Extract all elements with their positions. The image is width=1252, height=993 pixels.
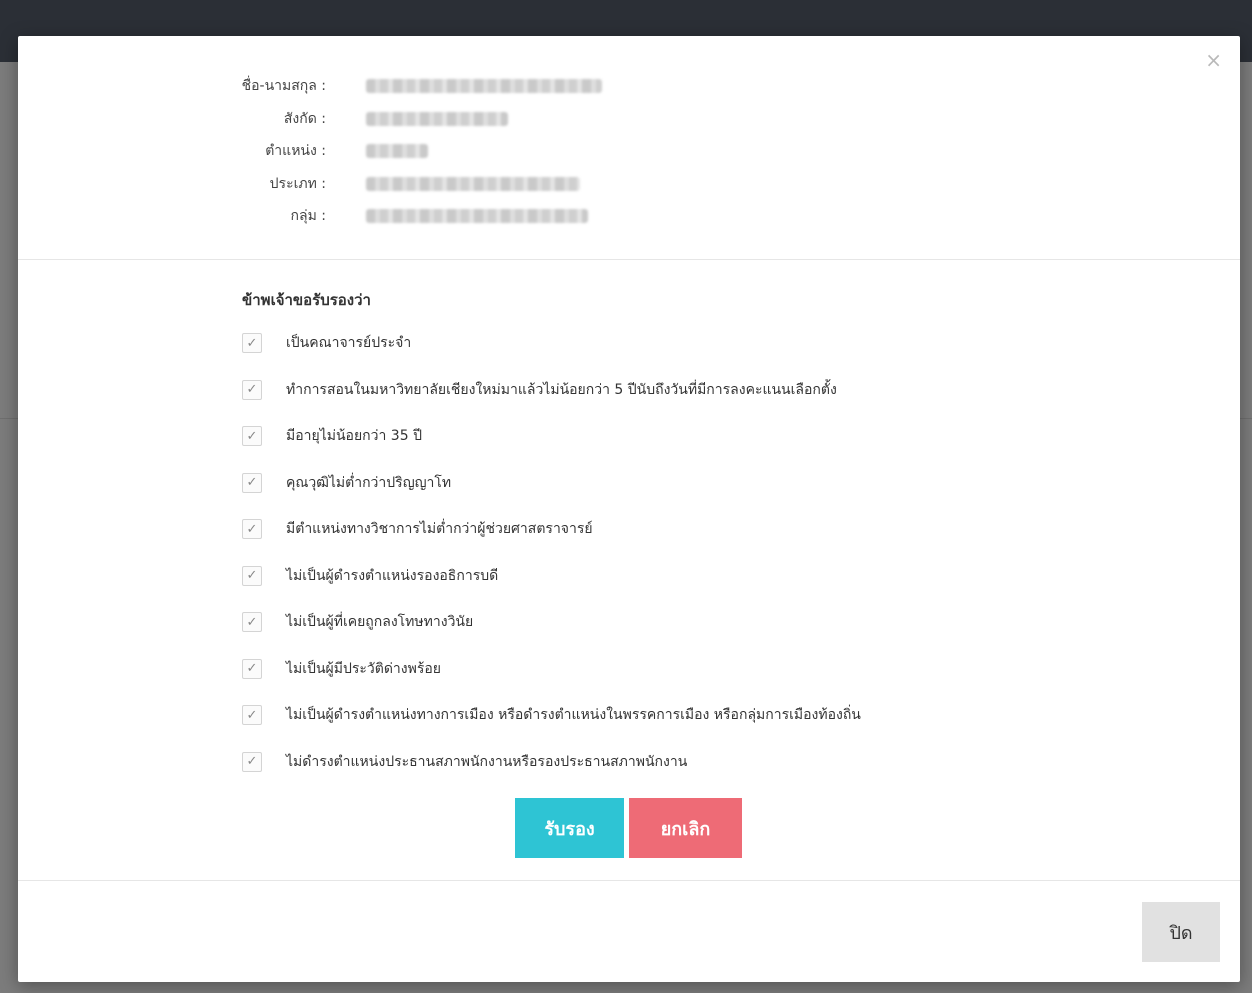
- profile-label: ชื่อ-นามสกุล :: [241, 78, 326, 95]
- profile-value-redacted: ████████████████████: [366, 209, 588, 224]
- section-divider: [18, 259, 1240, 260]
- confirm-button[interactable]: รับรอง: [515, 798, 624, 858]
- criteria-label: ไม่เป็นผู้มีประวัติด่างพร้อย: [286, 660, 441, 677]
- criteria-label: ไม่เป็นผู้ดำรงตำแหน่งรองอธิการบดี: [286, 567, 499, 584]
- profile-row-position: ตำแหน่ง : █████: [158, 135, 602, 168]
- close-button[interactable]: ปิด: [1142, 902, 1220, 962]
- certification-modal: × ชื่อ-นามสกุล : ████████████████ สังกัด…: [18, 36, 1240, 982]
- criteria-label: ไม่ดำรงตำแหน่งประธานสภาพนักงานหรือรองประ…: [286, 753, 688, 770]
- criteria-label: เป็นคณาจารย์ประจำ: [286, 335, 412, 352]
- criteria-list: ✓ เป็นคณาจารย์ประจำ ✓ ทำการสอนในมหาวิทยา…: [242, 320, 861, 785]
- checkbox-checked[interactable]: ✓: [242, 519, 262, 540]
- profile-info: ชื่อ-นามสกุล : ████████████████ สังกัด :…: [158, 70, 602, 233]
- criteria-item: ✓ ไม่เป็นผู้ดำรงตำแหน่งทางการเมือง หรือด…: [242, 692, 861, 739]
- profile-row-type: ประเภท : ██████████████████: [158, 168, 602, 201]
- checkbox-checked[interactable]: ✓: [242, 751, 262, 772]
- criteria-item: ✓ มีตำแหน่งทางวิชาการไม่ต่ำกว่าผู้ช่วยศา…: [242, 506, 861, 553]
- profile-row-name: ชื่อ-นามสกุล : ████████████████: [158, 70, 602, 103]
- profile-label: กลุ่ม :: [290, 208, 326, 225]
- criteria-label: มีตำแหน่งทางวิชาการไม่ต่ำกว่าผู้ช่วยศาสต…: [286, 521, 593, 538]
- profile-row-group: กลุ่ม : ████████████████████: [158, 200, 602, 233]
- profile-value-redacted: █████: [366, 144, 428, 159]
- criteria-label: ไม่เป็นผู้ที่เคยถูกลงโทษทางวินัย: [286, 614, 474, 631]
- checkbox-checked[interactable]: ✓: [242, 426, 262, 447]
- profile-value-redacted: ██████████: [366, 111, 508, 126]
- criteria-label: มีอายุไม่น้อยกว่า 35 ปี: [286, 428, 422, 445]
- checkbox-checked[interactable]: ✓: [242, 612, 262, 633]
- checkbox-checked[interactable]: ✓: [242, 379, 262, 400]
- checkbox-checked[interactable]: ✓: [242, 658, 262, 679]
- close-icon[interactable]: ×: [1205, 50, 1222, 70]
- profile-label: ตำแหน่ง :: [265, 143, 326, 160]
- checkbox-checked[interactable]: ✓: [242, 705, 262, 726]
- criteria-item: ✓ ไม่เป็นผู้ที่เคยถูกลงโทษทางวินัย: [242, 599, 861, 646]
- criteria-item: ✓ คุณวุฒิไม่ต่ำกว่าปริญญาโท: [242, 460, 861, 507]
- background-divider: [1240, 418, 1252, 419]
- profile-label: ประเภท :: [269, 175, 326, 192]
- background-divider: [0, 418, 18, 419]
- criteria-item: ✓ มีอายุไม่น้อยกว่า 35 ปี: [242, 413, 861, 460]
- criteria-label: ทำการสอนในมหาวิทยาลัยเชียงใหม่มาแล้วไม่น…: [286, 381, 837, 398]
- profile-value-redacted: ██████████████████: [366, 176, 580, 191]
- checkbox-checked[interactable]: ✓: [242, 565, 262, 586]
- criteria-label: คุณวุฒิไม่ต่ำกว่าปริญญาโท: [286, 474, 452, 491]
- checkbox-checked[interactable]: ✓: [242, 472, 262, 493]
- criteria-item: ✓ ทำการสอนในมหาวิทยาลัยเชียงใหม่มาแล้วไม…: [242, 367, 861, 414]
- criteria-item: ✓ เป็นคณาจารย์ประจำ: [242, 320, 861, 367]
- criteria-item: ✓ ไม่เป็นผู้มีประวัติด่างพร้อย: [242, 646, 861, 693]
- criteria-label: ไม่เป็นผู้ดำรงตำแหน่งทางการเมือง หรือดำร…: [286, 707, 861, 724]
- criteria-item: ✓ ไม่เป็นผู้ดำรงตำแหน่งรองอธิการบดี: [242, 553, 861, 600]
- cancel-button[interactable]: ยกเลิก: [629, 798, 742, 858]
- profile-row-affiliation: สังกัด : ██████████: [158, 103, 602, 136]
- statement-title: ข้าพเจ้าขอรับรองว่า: [242, 291, 371, 309]
- criteria-item: ✓ ไม่ดำรงตำแหน่งประธานสภาพนักงานหรือรองป…: [242, 739, 861, 786]
- profile-value-redacted: ████████████████: [366, 79, 602, 94]
- footer-divider: [18, 880, 1240, 881]
- profile-label: สังกัด :: [283, 110, 326, 127]
- checkbox-checked[interactable]: ✓: [242, 333, 262, 354]
